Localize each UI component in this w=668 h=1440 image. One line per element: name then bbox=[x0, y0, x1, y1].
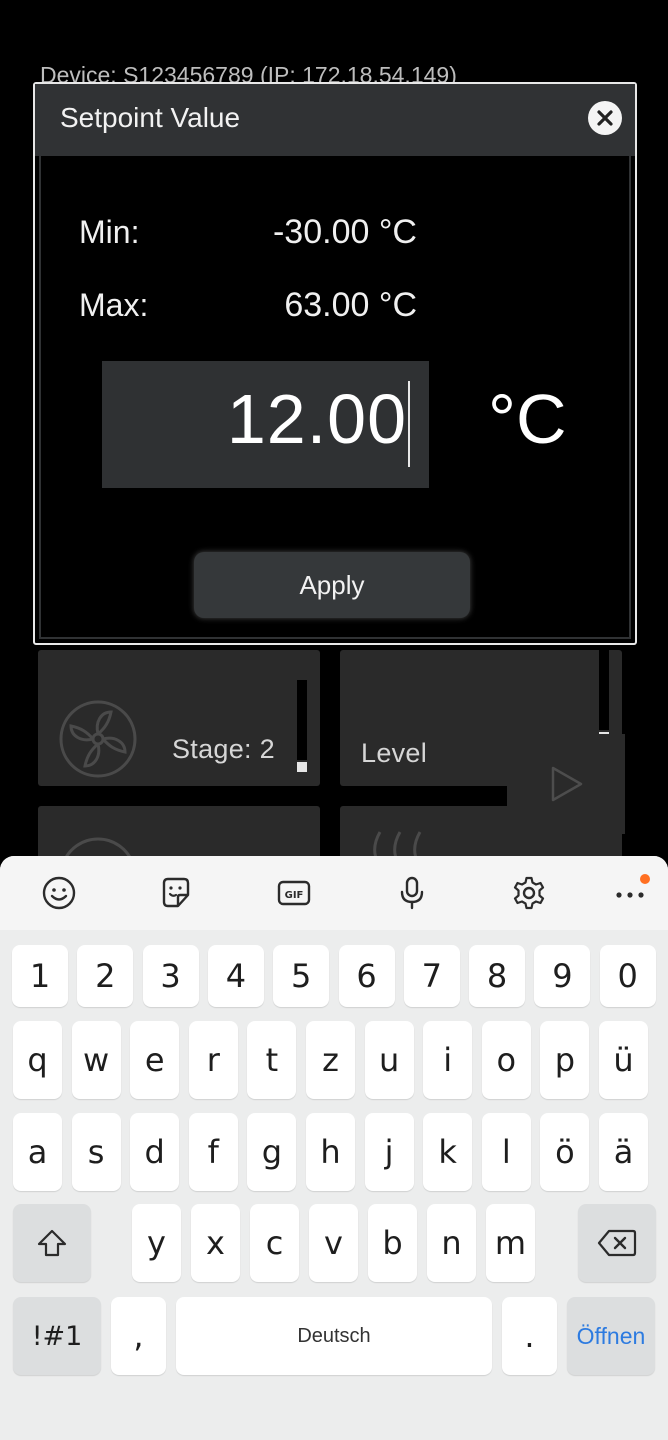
key-ö[interactable]: ö bbox=[540, 1113, 590, 1191]
key-b[interactable]: b bbox=[368, 1204, 417, 1282]
svg-text:GIF: GIF bbox=[285, 890, 304, 901]
fan-stage-tile[interactable]: Stage: 2 bbox=[38, 650, 320, 786]
key-i[interactable]: i bbox=[423, 1021, 473, 1099]
key-d[interactable]: d bbox=[130, 1113, 180, 1191]
notification-dot bbox=[640, 874, 650, 884]
dialog-header: Setpoint Value bbox=[35, 84, 635, 156]
key-v[interactable]: v bbox=[309, 1204, 358, 1282]
enter-key[interactable]: Öffnen bbox=[567, 1297, 655, 1375]
key-2[interactable]: 2 bbox=[77, 945, 134, 1007]
setpoint-dialog: Setpoint Value Min: -30.00 °C Max: 63.00… bbox=[33, 82, 637, 645]
key-ä[interactable]: ä bbox=[599, 1113, 648, 1191]
setpoint-input[interactable]: 12.00 bbox=[102, 361, 429, 488]
max-label: Max: bbox=[79, 287, 149, 323]
key-z[interactable]: z bbox=[306, 1021, 355, 1099]
tile-scrollbar bbox=[599, 650, 609, 730]
key-s[interactable]: s bbox=[71, 1113, 121, 1191]
tile-indicator bbox=[297, 762, 307, 772]
key-6[interactable]: 6 bbox=[338, 945, 395, 1007]
dialog-title: Setpoint Value bbox=[60, 102, 241, 133]
close-icon bbox=[597, 110, 613, 126]
close-button[interactable] bbox=[588, 101, 622, 135]
unit-label: °C bbox=[488, 380, 567, 458]
min-value: -30.00 °C bbox=[272, 213, 417, 251]
key-w[interactable]: w bbox=[71, 1021, 121, 1099]
key-3[interactable]: 3 bbox=[142, 945, 199, 1007]
key-c[interactable]: c bbox=[250, 1204, 299, 1282]
key-q[interactable]: q bbox=[13, 1021, 62, 1099]
key-1[interactable]: 1 bbox=[12, 945, 68, 1007]
text-caret bbox=[408, 381, 410, 467]
key-f[interactable]: f bbox=[188, 1113, 238, 1191]
key-7[interactable]: 7 bbox=[403, 945, 460, 1007]
key-4[interactable]: 4 bbox=[207, 945, 264, 1007]
key-r[interactable]: r bbox=[188, 1021, 238, 1099]
key-p[interactable]: p bbox=[540, 1021, 590, 1099]
key-t[interactable]: t bbox=[247, 1021, 297, 1099]
fan-icon bbox=[59, 700, 137, 778]
comma-key[interactable]: , bbox=[111, 1297, 166, 1375]
key-a[interactable]: a bbox=[13, 1113, 62, 1191]
key-y[interactable]: y bbox=[132, 1204, 181, 1282]
key-m[interactable]: m bbox=[486, 1204, 535, 1282]
key-k[interactable]: k bbox=[423, 1113, 473, 1191]
key-h[interactable]: h bbox=[306, 1113, 355, 1191]
backspace-icon bbox=[597, 1229, 637, 1257]
min-label: Min: bbox=[79, 214, 140, 250]
settings-icon[interactable] bbox=[511, 875, 547, 911]
key-9[interactable]: 9 bbox=[534, 945, 591, 1007]
key-5[interactable]: 5 bbox=[273, 945, 330, 1007]
sticker-icon[interactable] bbox=[158, 875, 194, 911]
play-icon bbox=[551, 766, 583, 802]
keyboard-toolbar: GIF bbox=[0, 856, 668, 930]
heat-tile[interactable] bbox=[340, 806, 622, 856]
key-g[interactable]: g bbox=[247, 1113, 297, 1191]
key-e[interactable]: e bbox=[130, 1021, 180, 1099]
fan-stage-label: Stage: 2 bbox=[172, 734, 275, 764]
key-8[interactable]: 8 bbox=[469, 945, 526, 1007]
fan-icon bbox=[65, 837, 131, 856]
soft-keyboard: GIF !#1 , Deutsch . Öffnen 1 2 3 4 5 6 7… bbox=[0, 856, 668, 1440]
divider bbox=[340, 786, 507, 806]
key-j[interactable]: j bbox=[364, 1113, 414, 1191]
level-label: Level bbox=[361, 738, 428, 768]
space-key[interactable]: Deutsch bbox=[176, 1297, 492, 1375]
setpoint-input-value: 12.00 bbox=[226, 380, 407, 458]
max-value: 63.00 °C bbox=[284, 286, 417, 324]
key-u[interactable]: u bbox=[364, 1021, 414, 1099]
key-ü[interactable]: ü bbox=[599, 1021, 648, 1099]
key-0[interactable]: 0 bbox=[599, 945, 656, 1007]
microphone-icon[interactable] bbox=[394, 875, 430, 911]
heat-icon bbox=[373, 831, 422, 856]
shift-icon bbox=[37, 1229, 67, 1257]
key-o[interactable]: o bbox=[481, 1021, 531, 1099]
tile-scrollbar bbox=[297, 680, 307, 760]
backspace-key[interactable] bbox=[578, 1204, 656, 1282]
key-l[interactable]: l bbox=[481, 1113, 531, 1191]
apply-button[interactable]: Apply bbox=[194, 552, 470, 618]
shift-key[interactable] bbox=[13, 1204, 91, 1282]
key-x[interactable]: x bbox=[191, 1204, 240, 1282]
emoji-icon[interactable] bbox=[41, 875, 77, 911]
symbols-key[interactable]: !#1 bbox=[13, 1297, 101, 1375]
fan-tile-2[interactable] bbox=[38, 806, 320, 856]
key-n[interactable]: n bbox=[427, 1204, 476, 1282]
period-key[interactable]: . bbox=[502, 1297, 557, 1375]
gif-icon[interactable]: GIF bbox=[276, 875, 312, 911]
